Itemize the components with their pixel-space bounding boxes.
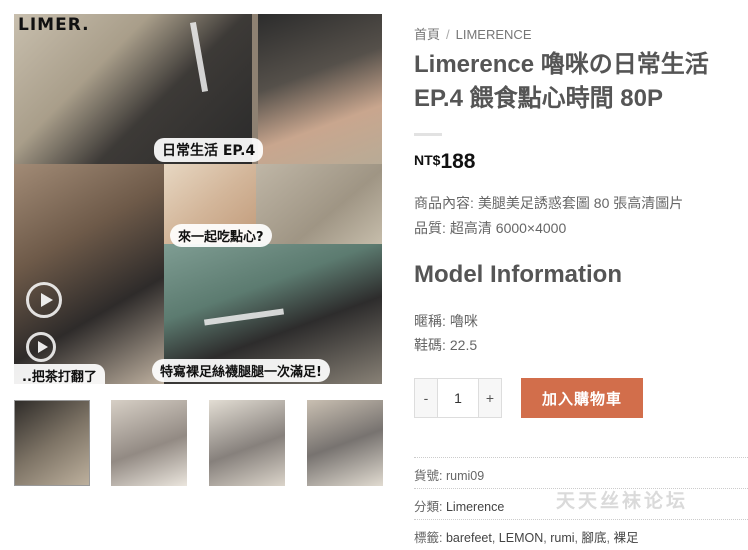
breadcrumb-home-link[interactable]: 首頁: [414, 27, 440, 42]
product-quality-line: 品質: 超高清 6000×4000: [414, 218, 566, 238]
overlay-episode-title: 日常生活 EP.4: [154, 138, 264, 162]
model-info-heading: Model Information: [414, 261, 622, 288]
thumbnail-2[interactable]: [111, 400, 187, 486]
quantity-input[interactable]: [437, 379, 479, 417]
tags-label: 標籤:: [414, 531, 443, 545]
tag-link[interactable]: 裸足: [613, 531, 638, 545]
nickname-label: 暱稱:: [414, 313, 446, 329]
thumbnail-3[interactable]: [209, 400, 285, 486]
shoe-size-value: 22.5: [449, 337, 478, 353]
sku-value: rumi09: [445, 469, 485, 483]
brand-logo: LIMER.: [18, 15, 90, 35]
overlay-tea-text: ..把茶打翻了: [14, 364, 105, 384]
thumbnail-strip: [14, 400, 383, 486]
content-label: 商品內容:: [414, 195, 474, 211]
tag-link[interactable]: 腳底: [581, 531, 606, 545]
product-title: Limerence 嚕咪の日常生活 EP.4 餵食點心時間 80P: [414, 51, 709, 112]
title-divider: [414, 133, 442, 136]
shoe-size-label: 鞋碼:: [414, 337, 446, 353]
category-link[interactable]: Limerence: [446, 500, 504, 514]
photo-panel-sitting: [258, 14, 382, 164]
quality-value: 超高清 6000×4000: [449, 220, 567, 236]
sku-label: 貨號:: [414, 469, 443, 483]
thumbnail-4[interactable]: [307, 400, 383, 486]
product-main-image[interactable]: LIMER. 日常生活 EP.4 來一起吃點心? ..把茶打翻了 特寫裸足絲襪腿…: [14, 14, 382, 384]
overlay-caption-text: 特寫裸足絲襪腿腿一次滿足!: [152, 359, 330, 382]
play-icon[interactable]: [26, 282, 62, 318]
overlay-snack-text: 來一起吃點心?: [170, 224, 272, 247]
tag-link[interactable]: LEMON: [499, 531, 543, 545]
model-shoe-size-line: 鞋碼: 22.5: [414, 335, 477, 355]
photo-panel-snacks: [256, 164, 382, 244]
play-icon-secondary[interactable]: [26, 332, 56, 362]
nickname-value: 嚕咪: [449, 313, 478, 329]
product-price: NT$188: [414, 150, 476, 174]
breadcrumb-separator: /: [446, 27, 450, 42]
category-label: 分類:: [414, 500, 443, 514]
quantity-stepper: - +: [414, 378, 502, 418]
tag-link[interactable]: barefeet: [446, 531, 492, 545]
quality-label: 品質:: [414, 220, 446, 236]
product-content-line: 商品內容: 美腿美足誘惑套圖 80 張高清圖片: [414, 193, 683, 213]
quantity-plus-button[interactable]: +: [479, 379, 501, 417]
content-value: 美腿美足誘惑套圖 80 張高清圖片: [477, 195, 684, 211]
tags-line: 標籤: barefeet, LEMON, rumi, 腳底, 裸足: [414, 519, 748, 546]
model-nickname-line: 暱稱: 嚕咪: [414, 311, 478, 331]
breadcrumb: 首頁 / LIMERENCE: [414, 24, 532, 43]
add-to-cart-button[interactable]: 加入購物車: [521, 378, 643, 418]
tag-link[interactable]: rumi: [550, 531, 574, 545]
price-amount: 188: [440, 150, 476, 173]
forum-watermark: 天天丝袜论坛: [556, 490, 689, 512]
quantity-minus-button[interactable]: -: [415, 379, 437, 417]
thumbnail-1[interactable]: [14, 400, 90, 486]
price-currency: NT$: [414, 152, 441, 168]
sku-line: 貨號: rumi09: [414, 457, 748, 484]
breadcrumb-category-link[interactable]: LIMERENCE: [456, 27, 532, 42]
